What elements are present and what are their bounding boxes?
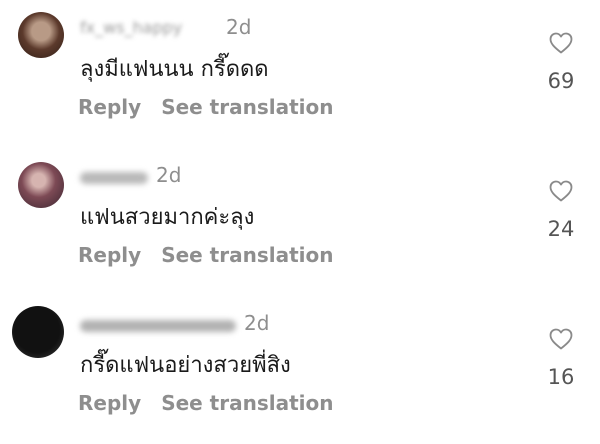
see-translation-button[interactable]: See translation <box>161 95 333 119</box>
see-translation-button[interactable]: See translation <box>161 243 333 267</box>
like-group: 16 <box>538 328 584 390</box>
like-count: 24 <box>547 217 575 241</box>
username[interactable] <box>80 172 148 184</box>
like-group: 24 <box>538 180 584 242</box>
reply-button[interactable]: Reply <box>78 243 141 267</box>
see-translation-button[interactable]: See translation <box>161 391 333 415</box>
comment-time: 2d <box>226 15 252 39</box>
comment-item: 2d กรี๊ดแฟนอย่างสวยพี่สิง Reply See trans… <box>0 296 600 444</box>
comment-item: 2d แฟนสวยมากค่ะลุง Reply See translation … <box>0 148 600 296</box>
comment-text: ลุงมีแฟนนน กรี๊ดดด <box>80 57 269 82</box>
reply-button[interactable]: Reply <box>78 391 141 415</box>
comment-time: 2d <box>156 163 182 187</box>
like-count: 16 <box>547 365 575 389</box>
heart-outline-icon[interactable] <box>549 180 573 202</box>
comment-text: กรี๊ดแฟนอย่างสวยพี่สิง <box>80 353 291 378</box>
heart-outline-icon[interactable] <box>549 32 573 54</box>
comment-time: 2d <box>244 311 270 335</box>
like-group: 69 <box>538 32 584 94</box>
comment-text: แฟนสวยมากค่ะลุง <box>80 205 255 230</box>
reply-button[interactable]: Reply <box>78 95 141 119</box>
avatar[interactable] <box>18 162 64 208</box>
comment-actions: Reply See translation <box>78 390 334 416</box>
like-count: 69 <box>547 69 575 93</box>
avatar[interactable] <box>12 306 64 358</box>
avatar[interactable] <box>18 12 64 58</box>
username[interactable] <box>80 320 236 332</box>
comment-item: fx_ws_happy 2d ลุงมีแฟนนน กรี๊ดดด Reply S… <box>0 0 600 148</box>
heart-outline-icon[interactable] <box>549 328 573 350</box>
comment-actions: Reply See translation <box>78 94 334 120</box>
comment-actions: Reply See translation <box>78 242 334 268</box>
username[interactable]: fx_ws_happy <box>80 18 182 38</box>
